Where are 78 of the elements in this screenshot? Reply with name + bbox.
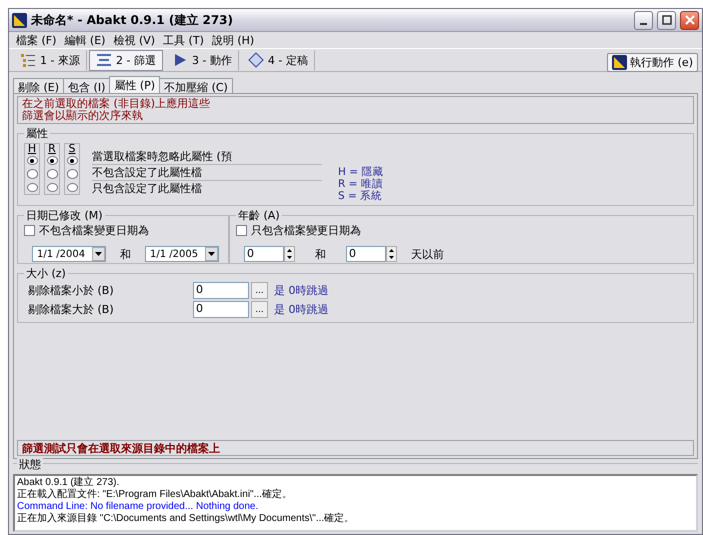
number-field[interactable]: 0 bbox=[244, 246, 284, 262]
app-icon bbox=[612, 54, 628, 70]
hint-text: 是 0時跳過 bbox=[274, 302, 328, 317]
radio-button[interactable] bbox=[46, 182, 58, 192]
radio-button[interactable] bbox=[26, 156, 38, 166]
maximize-icon bbox=[662, 15, 672, 25]
field-label: 剔除檔案小於 (B) bbox=[28, 283, 115, 298]
input-field[interactable]: 0 bbox=[193, 301, 249, 318]
dropdown-icon[interactable] bbox=[92, 247, 105, 261]
menu-item[interactable]: 工具 (T) bbox=[160, 32, 207, 48]
unit-label: 天以前 bbox=[411, 246, 444, 262]
legend-text: S = 系統 bbox=[338, 190, 384, 202]
input-field[interactable]: 0 bbox=[193, 282, 249, 299]
date-field[interactable]: 1/1 /2004 bbox=[32, 246, 106, 262]
option-label: 不包含設定了此屬性檔 bbox=[92, 165, 322, 181]
diamond-icon bbox=[248, 52, 264, 68]
radio-button[interactable] bbox=[46, 169, 58, 179]
radio-button[interactable] bbox=[46, 156, 58, 166]
close-button[interactable] bbox=[680, 10, 699, 30]
minimize-icon bbox=[640, 22, 647, 24]
run-button[interactable]: 執行動作 (e) bbox=[607, 52, 698, 72]
browse-button[interactable]: ... bbox=[251, 282, 268, 299]
number-field[interactable]: 0 bbox=[346, 246, 386, 262]
field-label: 剔除檔案大於 (B) bbox=[28, 302, 115, 317]
group-title: 日期已修改 (M) bbox=[25, 208, 104, 223]
and-label: 和 bbox=[120, 246, 131, 262]
radio-button[interactable] bbox=[66, 169, 78, 179]
checkbox-label: 不包含檔案變更日期為 bbox=[39, 223, 149, 238]
group-title: 年齡 (A) bbox=[237, 208, 281, 223]
menu-item[interactable]: 檢視 (V) bbox=[110, 32, 158, 48]
notice-text: 篩選測試只會在選取來源目錄中的檔案上 bbox=[17, 440, 694, 456]
browse-button[interactable]: ... bbox=[251, 301, 268, 318]
tab[interactable]: 包含 (I) bbox=[63, 78, 110, 93]
filter-icon bbox=[96, 52, 112, 68]
column-label: R bbox=[48, 144, 56, 154]
tab[interactable]: 屬性 (P) bbox=[109, 76, 160, 93]
step-tab[interactable]: 1 - 來源 bbox=[13, 50, 87, 70]
log-line: 正在加入來源目錄 "C:\Documents and Settings\wtl\My Documents\"...確定。 bbox=[17, 513, 354, 525]
option-label: 當選取檔案時忽略此屬性 (預 bbox=[92, 149, 322, 165]
log-line: Command Line: No filename provided... Nothing done. bbox=[17, 501, 258, 512]
list-icon bbox=[20, 52, 36, 68]
menu-item[interactable]: 說明 (H) bbox=[208, 32, 258, 48]
group-title: 大小 (z) bbox=[25, 266, 67, 281]
info-text: 在之前選取的檔案 (非目錄)上應用這些 篩選會以顯示的次序來執 bbox=[17, 96, 694, 124]
menu-item[interactable]: 檔案 (F) bbox=[13, 32, 60, 48]
step-tab[interactable]: 4 - 定稿 bbox=[240, 50, 315, 70]
checkbox[interactable] bbox=[24, 225, 35, 236]
spin-icon[interactable] bbox=[284, 246, 295, 262]
and-label: 和 bbox=[315, 246, 326, 262]
date-field[interactable]: 1/1 /2005 bbox=[145, 246, 219, 262]
tab[interactable]: 剔除 (E) bbox=[13, 78, 64, 93]
spin-icon[interactable] bbox=[386, 246, 397, 262]
radio-button[interactable] bbox=[66, 182, 78, 192]
step-tab[interactable]: 2 - 篩選 bbox=[88, 50, 163, 70]
menu-item[interactable]: 編輯 (E) bbox=[61, 32, 108, 48]
tab[interactable]: 不加壓縮 (C) bbox=[159, 78, 233, 93]
legend-text: R = 唯讀 bbox=[338, 178, 384, 190]
radio-button[interactable] bbox=[26, 182, 38, 192]
minimize-button[interactable] bbox=[634, 10, 653, 30]
radio-button[interactable] bbox=[26, 169, 38, 179]
group-title: 屬性 bbox=[25, 126, 49, 141]
checkbox-label: 只包含檔案變更日期為 bbox=[251, 223, 361, 238]
app-icon bbox=[12, 12, 27, 28]
log-line: Abakt 0.9.1 (建立 273). bbox=[17, 477, 120, 488]
column-label: H bbox=[28, 144, 36, 154]
checkbox[interactable] bbox=[236, 225, 247, 236]
dropdown-icon[interactable] bbox=[205, 247, 218, 261]
legend-text: H = 隱藏 bbox=[338, 166, 384, 178]
hint-text: 是 0時跳過 bbox=[274, 283, 328, 298]
log-line: 正在載入配置文件: "E:\Program Files\Abakt\Abakt.ini"...確定。 bbox=[17, 489, 292, 501]
column-label: S bbox=[68, 144, 76, 154]
window-title: 未命名* - Abakt 0.9.1 (建立 273) bbox=[31, 12, 234, 28]
maximize-button[interactable] bbox=[657, 10, 676, 30]
option-label: 只包含設定了此屬性檔 bbox=[92, 181, 203, 197]
step-tab[interactable]: 3 - 動作 bbox=[164, 50, 239, 70]
radio-button[interactable] bbox=[66, 156, 78, 166]
group-title: 狀態 bbox=[17, 457, 43, 472]
close-icon bbox=[684, 15, 694, 25]
